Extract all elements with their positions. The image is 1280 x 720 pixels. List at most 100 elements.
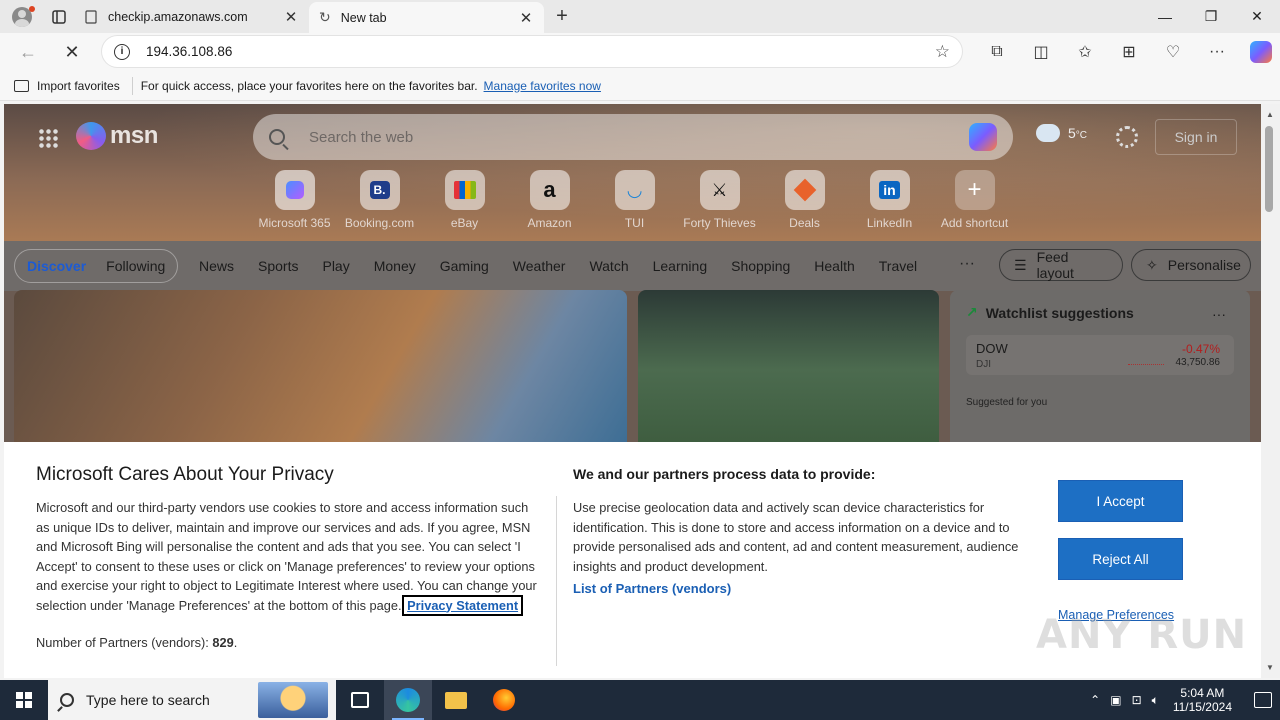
- shortcut-amazon[interactable]: a Amazon: [507, 170, 592, 230]
- consent-body-text: Microsoft and our third-party vendors us…: [36, 500, 537, 613]
- favorite-star-icon[interactable]: ☆: [935, 42, 950, 62]
- task-view-button[interactable]: [336, 680, 384, 720]
- volume-icon[interactable]: 🔈︎: [1152, 693, 1159, 708]
- category-sports[interactable]: Sports: [258, 258, 298, 274]
- shortcut-tui[interactable]: ◡ TUI: [592, 170, 677, 230]
- weather-widget[interactable]: 5°C: [1036, 118, 1087, 142]
- site-info-icon[interactable]: i: [114, 43, 130, 60]
- category-shopping[interactable]: Shopping: [731, 258, 790, 274]
- page-settings-icon[interactable]: [1116, 126, 1138, 148]
- manage-favorites-link[interactable]: Manage favorites now: [484, 79, 601, 93]
- device-icon[interactable]: ▣: [1110, 693, 1121, 707]
- tab-close-icon[interactable]: ✕: [283, 8, 299, 26]
- scroll-down-icon[interactable]: ▼: [1266, 663, 1274, 672]
- category-news[interactable]: News: [199, 258, 234, 274]
- firefox-button[interactable]: [480, 680, 528, 720]
- web-search-box[interactable]: Search the web: [253, 114, 1013, 160]
- network-icon[interactable]: ⊡: [1132, 693, 1142, 707]
- sparkle-icon: ✧: [1146, 256, 1158, 273]
- shortcut-deals[interactable]: Deals: [762, 170, 847, 230]
- clock[interactable]: 5:04 AM 11/15/2024: [1173, 686, 1232, 714]
- category-health[interactable]: Health: [814, 258, 854, 274]
- category-money[interactable]: Money: [374, 258, 416, 274]
- shortcut-label: TUI: [624, 216, 645, 230]
- start-button[interactable]: [0, 680, 48, 720]
- favorites-bar: Import favorites For quick access, place…: [0, 71, 1280, 101]
- search-placeholder[interactable]: Search the web: [309, 129, 969, 146]
- shortcut-microsoft365[interactable]: Microsoft 365: [252, 170, 337, 230]
- page-icon: [85, 9, 97, 24]
- shortcut-booking[interactable]: B. Booking.com: [337, 170, 422, 230]
- shortcut-linkedin[interactable]: in LinkedIn: [847, 170, 932, 230]
- category-gaming[interactable]: Gaming: [440, 258, 489, 274]
- msn-logo[interactable]: msn: [76, 122, 158, 150]
- collections-icon[interactable]: ⊞: [1107, 36, 1151, 68]
- category-travel[interactable]: Travel: [879, 258, 917, 274]
- personalise-label: Personalise: [1167, 257, 1241, 273]
- accept-button[interactable]: I Accept: [1058, 480, 1183, 522]
- consent-divider: [556, 496, 557, 666]
- list-of-partners-link[interactable]: List of Partners (vendors): [573, 581, 731, 596]
- tab-new-tab[interactable]: ↻ New tab ✕: [309, 2, 544, 33]
- watchlist-row[interactable]: DOW DJI -0.47% 43,750.86: [966, 335, 1234, 375]
- privacy-statement-link[interactable]: Privacy Statement: [402, 594, 524, 616]
- split-screen-icon[interactable]: ◫: [1019, 36, 1063, 68]
- taskbar-search-placeholder[interactable]: Type here to search: [86, 692, 210, 708]
- category-learning[interactable]: Learning: [653, 258, 708, 274]
- shortcut-forty-thieves[interactable]: ⚔ Forty Thieves: [677, 170, 762, 230]
- reject-all-button[interactable]: Reject All: [1058, 538, 1183, 580]
- feed-card-game[interactable]: [14, 290, 627, 450]
- feed-card-football[interactable]: [638, 290, 939, 450]
- scrollbar-thumb[interactable]: [1265, 126, 1273, 212]
- category-play[interactable]: Play: [322, 258, 349, 274]
- category-watch[interactable]: Watch: [589, 258, 628, 274]
- tab-close-icon[interactable]: ✕: [518, 9, 534, 27]
- edge-icon: [396, 688, 420, 712]
- favorites-icon[interactable]: ✩: [1063, 36, 1107, 68]
- browser-essentials-icon[interactable]: ♡: [1151, 36, 1195, 68]
- stop-loading-button[interactable]: ✕: [52, 36, 92, 68]
- category-weather[interactable]: Weather: [513, 258, 566, 274]
- partners-label: Number of Partners (vendors):: [36, 635, 209, 650]
- copilot-icon[interactable]: [969, 123, 997, 151]
- taskbar-search[interactable]: Type here to search: [48, 680, 336, 720]
- close-icon[interactable]: ✕: [1234, 0, 1280, 33]
- scroll-up-icon[interactable]: ▲: [1266, 110, 1274, 119]
- category-list: News Sports Play Money Gaming Weather Wa…: [199, 241, 941, 291]
- edge-taskbar-button[interactable]: [384, 680, 432, 720]
- tab-discover[interactable]: Discover: [27, 258, 86, 274]
- shortcut-ebay[interactable]: eBay: [422, 170, 507, 230]
- app-launcher-icon[interactable]: [38, 128, 58, 148]
- new-tab-button[interactable]: +: [544, 0, 580, 33]
- personalise-button[interactable]: ✧ Personalise: [1131, 249, 1251, 281]
- chevron-up-icon[interactable]: ⌃: [1090, 693, 1100, 707]
- tab-following[interactable]: Following: [106, 258, 165, 274]
- minimize-icon[interactable]: —: [1142, 0, 1188, 33]
- watchlist-more-icon[interactable]: ···: [1212, 306, 1226, 322]
- page-scrollbar[interactable]: ▲ ▼: [1261, 104, 1280, 678]
- file-explorer-button[interactable]: [432, 680, 480, 720]
- suggested-label: Suggested for you: [966, 397, 1048, 408]
- more-categories-button[interactable]: ···: [959, 255, 975, 273]
- restore-icon[interactable]: ❐: [1188, 0, 1234, 33]
- back-button[interactable]: ←: [8, 36, 48, 68]
- notifications-icon[interactable]: [1254, 692, 1272, 708]
- partly-cloudy-icon: [1036, 118, 1060, 142]
- watchlist-card: ↗ Watchlist suggestions ··· DOW DJI -0.4…: [950, 290, 1250, 450]
- feed-layout-button[interactable]: ☰ Feed layout: [999, 249, 1123, 281]
- shortcut-add[interactable]: + Add shortcut: [932, 170, 1017, 230]
- url-text[interactable]: 194.36.108.86: [146, 44, 935, 59]
- profile-button[interactable]: [0, 0, 44, 33]
- tab-checkip[interactable]: checkip.amazonaws.com ✕: [74, 0, 309, 33]
- tab-actions-button[interactable]: [44, 0, 74, 33]
- search-icon: [60, 693, 74, 707]
- extensions-icon[interactable]: ⧉: [975, 36, 1019, 68]
- copilot-button[interactable]: [1239, 36, 1280, 68]
- import-favorites-button[interactable]: Import favorites: [14, 76, 133, 95]
- sign-in-button[interactable]: Sign in: [1155, 119, 1237, 155]
- copilot-icon: [1250, 41, 1272, 63]
- settings-more-icon[interactable]: ···: [1195, 36, 1239, 68]
- weather-temp: 5: [1068, 125, 1076, 141]
- address-bar[interactable]: i 194.36.108.86 ☆: [102, 36, 962, 67]
- windows-taskbar: Type here to search ⌃ ▣ ⊡ 🔈︎ 5:04 AM 11/…: [0, 680, 1280, 720]
